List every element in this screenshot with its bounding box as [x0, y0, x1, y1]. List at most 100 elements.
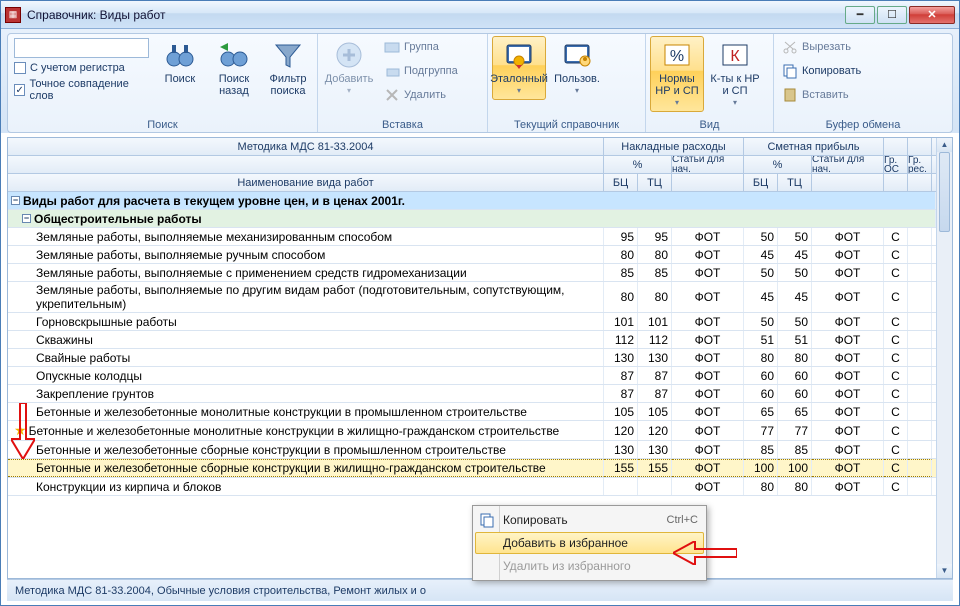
cell-s2: ФОТ: [812, 349, 884, 366]
scroll-down-icon[interactable]: ▼: [937, 564, 952, 578]
header-profit: Сметная прибыль: [744, 138, 884, 155]
scroll-thumb[interactable]: [939, 152, 950, 232]
cell-s2: ФОТ: [812, 367, 884, 384]
header-gres-text: Гр. рес.: [908, 156, 932, 173]
table-row[interactable]: Земляные работы, выполняемые ручным спос…: [8, 246, 936, 264]
row-name: Бетонные и железобетонные сборные констр…: [8, 459, 604, 477]
group-label-view: Вид: [650, 118, 769, 132]
user-reference-button[interactable]: Пользов. ▾: [550, 36, 604, 100]
reference-button[interactable]: Эталонный ▾: [492, 36, 546, 100]
cell-s2: ФОТ: [812, 385, 884, 402]
table-row[interactable]: Бетонные и железобетонные сборные констр…: [8, 459, 936, 478]
paste-row[interactable]: Вставить: [778, 84, 865, 106]
header-bc-1: БЦ: [604, 174, 638, 191]
cell-bc2: 50: [744, 264, 778, 281]
cut-label: Вырезать: [802, 41, 851, 53]
context-copy[interactable]: Копировать Ctrl+C: [475, 508, 704, 532]
table-row[interactable]: Конструкции из кирпича и блоковФОТ8080ФО…: [8, 478, 936, 496]
group-row-2-label: Общестроительные работы: [34, 212, 202, 226]
cell-bc2: 60: [744, 385, 778, 402]
table-row[interactable]: Горновскрышные работы101101ФОТ5050ФОТС: [8, 313, 936, 331]
search-filter-button[interactable]: Фильтр поиска: [263, 36, 313, 100]
cut-row[interactable]: Вырезать: [778, 36, 865, 58]
add-button[interactable]: Добавить ▾: [322, 36, 376, 100]
cell-s2: ФОТ: [812, 282, 884, 312]
cell-bc2: 45: [744, 282, 778, 312]
group-label-search: Поиск: [12, 118, 313, 132]
row-name: Земляные работы, выполняемые по другим в…: [8, 282, 604, 312]
vertical-scrollbar[interactable]: ▲ ▼: [936, 138, 952, 578]
minimize-button[interactable]: ━: [845, 6, 875, 24]
row-name: Горновскрышные работы: [8, 313, 604, 330]
header-overhead: Накладные расходы: [604, 138, 744, 155]
percent-grid-icon: %: [661, 39, 693, 71]
cell-s1: ФОТ: [672, 331, 744, 348]
row-name: Свайные работы: [8, 349, 604, 366]
table-row[interactable]: Закрепление грунтов8787ФОТ6060ФОТС: [8, 385, 936, 403]
delete-row[interactable]: Удалить: [380, 84, 462, 106]
cell-s1: ФОТ: [672, 385, 744, 402]
cell-bc1: 87: [604, 385, 638, 402]
table-row[interactable]: Скважины112112ФОТ5151ФОТС: [8, 331, 936, 349]
search-button[interactable]: Поиск: [155, 36, 205, 88]
collapse-icon[interactable]: −: [22, 214, 31, 223]
copy-row[interactable]: Копировать: [778, 60, 865, 82]
search-button-label: Поиск: [165, 73, 195, 85]
cell-tc1: 80: [638, 282, 672, 312]
table-row[interactable]: Опускные колодцы8787ФОТ6060ФОТС: [8, 367, 936, 385]
header-articles-1: Статьи для нач.: [672, 156, 744, 173]
table-row[interactable]: ★Бетонные и железобетонные монолитные ко…: [8, 421, 936, 441]
cell-bc1: 112: [604, 331, 638, 348]
header-gros-text: Гр. ОС: [884, 156, 908, 173]
table-row[interactable]: Бетонные и железобетонные сборные констр…: [8, 441, 936, 459]
add-group-row[interactable]: Группа: [380, 36, 462, 58]
group-label-current: Текущий справочник: [492, 118, 641, 132]
header-percent-1: %: [604, 156, 672, 173]
cell-tc1: 87: [638, 367, 672, 384]
table-row[interactable]: Земляные работы, выполняемые механизиров…: [8, 228, 936, 246]
cell-tc1: 95: [638, 228, 672, 245]
cell-g2: [908, 459, 932, 477]
book-medal-icon: [503, 39, 535, 71]
close-button[interactable]: ✕: [909, 6, 955, 24]
group-row-1[interactable]: −Виды работ для расчета в текущем уровне…: [8, 192, 936, 210]
k-grid-icon: К: [719, 39, 751, 71]
cell-g: С: [884, 478, 908, 495]
table-row[interactable]: Земляные работы, выполняемые с применени…: [8, 264, 936, 282]
norms-button[interactable]: % Нормы НР и СП ▾: [650, 36, 704, 112]
paste-icon: [782, 87, 798, 103]
cell-tc2: 51: [778, 331, 812, 348]
search-back-button[interactable]: Поиск назад: [209, 36, 259, 100]
cell-tc1: 101: [638, 313, 672, 330]
cell-s1: ФОТ: [672, 349, 744, 366]
coeff-button[interactable]: К К-ты к НР и СП ▾: [708, 36, 762, 112]
copy-icon: [782, 63, 798, 79]
case-sensitive-checkbox[interactable]: С учетом регистра: [14, 62, 149, 74]
cell-g2: [908, 313, 932, 330]
context-add-favorite[interactable]: Добавить в избранное: [475, 532, 704, 554]
add-subgroup-row[interactable]: Подгруппа: [380, 60, 462, 82]
cell-tc1: 130: [638, 441, 672, 458]
cell-g: С: [884, 441, 908, 458]
exact-match-checkbox[interactable]: ✓ Точное совпадение слов: [14, 78, 149, 102]
table-row[interactable]: Бетонные и железобетонные монолитные кон…: [8, 403, 936, 421]
header-tc-1: ТЦ: [638, 174, 672, 191]
add-button-label: Добавить: [325, 73, 374, 85]
cell-g: С: [884, 246, 908, 263]
cell-g: С: [884, 331, 908, 348]
cell-tc2: 50: [778, 228, 812, 245]
maximize-button[interactable]: ☐: [877, 6, 907, 24]
context-copy-shortcut: Ctrl+C: [657, 514, 698, 526]
search-input[interactable]: [14, 38, 149, 58]
context-add-favorite-label: Добавить в избранное: [503, 536, 628, 550]
collapse-icon[interactable]: −: [11, 196, 20, 205]
cell-tc1: 112: [638, 331, 672, 348]
table-row[interactable]: Земляные работы, выполняемые по другим в…: [8, 282, 936, 313]
cell-bc1: 85: [604, 264, 638, 281]
group-row-2[interactable]: −Общестроительные работы: [8, 210, 936, 228]
row-name: Опускные колодцы: [8, 367, 604, 384]
delete-label: Удалить: [404, 89, 446, 101]
scroll-up-icon[interactable]: ▲: [937, 138, 952, 152]
table-row[interactable]: Свайные работы130130ФОТ8080ФОТС: [8, 349, 936, 367]
norms-label: Нормы НР и СП: [651, 73, 703, 97]
